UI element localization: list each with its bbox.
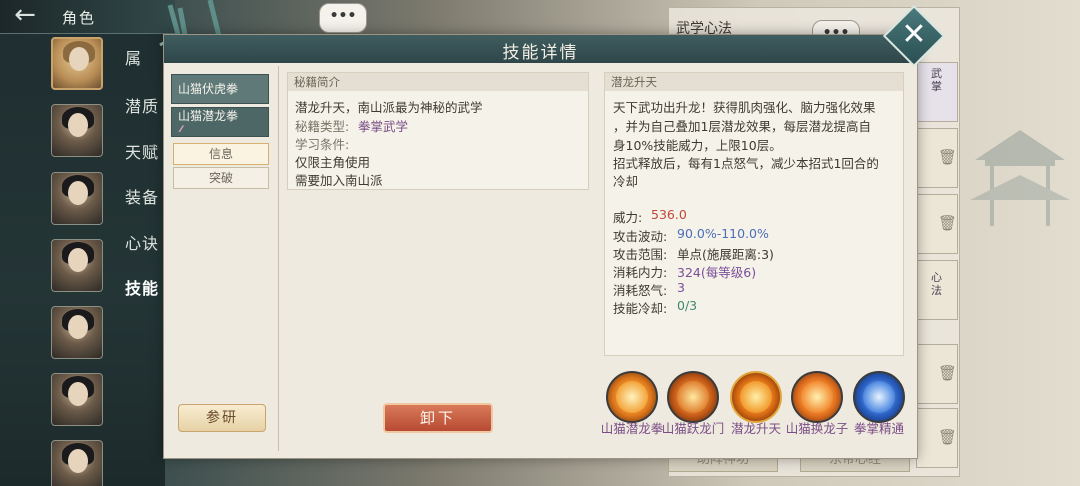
skill-icon-fire-fist[interactable] [606,371,658,423]
character-portrait-7[interactable] [51,440,103,486]
character-portrait-1[interactable] [51,37,103,90]
martial-slot-4-label: 心法 [931,271,942,297]
top-bar: ← 角色 [0,0,175,34]
trash-icon[interactable]: 🗑 [938,214,957,232]
study-button[interactable]: 参研 [178,404,266,432]
stat-cooldown-value: 0/3 [677,298,698,313]
character-portrait-3[interactable] [51,172,103,225]
character-portrait-5[interactable] [51,306,103,359]
stat-range-value: 单点(施展距离:3) [677,247,774,262]
skill-tab-label: 山猫潜龙拳 [178,109,239,123]
stat-fluctuation-label: 攻击波动: [613,229,668,244]
skill-icon-dragon-swap[interactable] [791,371,843,423]
trash-icon[interactable]: 🗑 [938,364,957,382]
martial-slot-1-label: 武掌 [931,67,942,93]
skill-desc-line: 冷却 [613,174,639,189]
section-title: 秘籍简介 [288,73,588,91]
trash-icon[interactable]: 🗑 [938,148,957,166]
skill-tab-1[interactable]: 山猫伏虎拳 [171,74,269,104]
skill-name: 山猫潜龙拳 [600,421,664,436]
chat-bubble-icon[interactable]: ••• [319,3,367,33]
stat-range-label: 攻击范围: [613,247,668,262]
skill-icon-dragon-ascend[interactable] [730,371,782,423]
skill-tab-2[interactable]: 山猫潜龙拳 ⁄⁄⁄ [171,107,269,137]
skill-tab-label: 山猫伏虎拳 [178,82,239,96]
character-portrait-4[interactable] [51,239,103,292]
stat-rage-label: 消耗怒气: [613,283,668,298]
stat-cooldown-label: 技能冷却: [613,301,668,316]
skill-name: 拳掌精通 [853,421,904,436]
section-title: 潜龙升天 [605,73,903,91]
sidebar-tab-potential[interactable]: 潜质 [125,93,159,117]
stat-rage-value: 3 [677,280,685,295]
pavilion-icon [970,130,1070,226]
stat-fluctuation-value: 90.0%-110.0% [677,226,769,241]
manual-type-value: 拳掌武学 [358,119,409,134]
manual-type-label: 秘籍类型: [295,119,350,134]
learn-condition-label: 学习条件: [295,137,350,152]
sidebar-tab-talent[interactable]: 天赋 [125,139,159,163]
skill-desc-line: 天下武功出升龙！获得肌肉强化、脑力强化效果 [613,100,876,115]
skill-icon-fist-mastery[interactable] [853,371,905,423]
skill-desc-line: ，并为自己叠加1层潜龙效果，每层潜龙提高自 [613,119,871,134]
learn-condition-2: 需要加入南山派 [295,173,383,188]
tab-info[interactable]: 信息 [173,143,269,165]
star-rating: ⁄⁄⁄ [180,125,182,135]
skill-name: 山猫跃龙门 [661,421,725,436]
skill-desc-line: 身10%技能威力，上限10层。 [613,138,782,153]
close-icon[interactable]: ✕ [892,14,936,58]
sidebar-tab-skills[interactable]: 技能 [125,275,159,299]
skill-name: 山猫换龙子 [785,421,849,436]
stat-mana-label: 消耗内力: [613,265,668,280]
martial-slot-1[interactable]: 武掌 [916,62,958,122]
martial-slot-4[interactable]: 心法 [916,260,958,320]
sidebar-tab-attributes[interactable]: 属 [125,45,142,69]
character-portrait-2[interactable] [51,104,103,157]
stat-mana-value: 324(每等级6) [677,265,757,280]
unequip-button[interactable]: 卸下 [383,403,493,433]
column-divider [278,66,279,451]
skill-name: 潜龙升天 [730,421,781,436]
skill-icon-leaping-dragon[interactable] [667,371,719,423]
sidebar-tab-equipment[interactable]: 装备 [125,184,159,208]
page-title: 角色 [62,9,97,27]
tab-breakthrough[interactable]: 突破 [173,167,269,189]
stat-power-label: 威力: [613,210,643,225]
character-portrait-6[interactable] [51,373,103,426]
trash-icon[interactable]: 🗑 [938,428,957,446]
stat-power-value: 536.0 [651,207,687,222]
modal-header: 技能详情 [164,35,917,63]
sidebar-tab-mind-art[interactable]: 心诀 [125,230,159,254]
skill-desc-line: 招式释放后，每有1点怒气，减少本招式1回合的 [613,156,879,171]
back-button[interactable]: ← [8,2,42,28]
secret-intro: 潜龙升天，南山派最为神秘的武学 [295,100,483,115]
learn-condition-1: 仅限主角使用 [295,155,371,170]
modal-title: 技能详情 [502,43,579,63]
